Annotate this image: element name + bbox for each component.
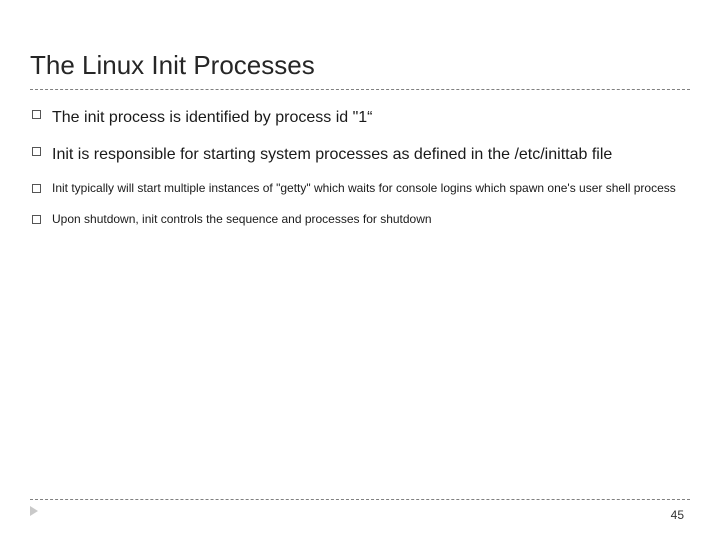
bullet-box-icon [32, 110, 41, 119]
bullet-item: Init is responsible for starting system … [30, 141, 690, 168]
bullet-item: Init typically will start multiple insta… [30, 178, 690, 198]
slide-title: The Linux Init Processes [30, 50, 690, 81]
bullet-box-icon [32, 147, 41, 156]
bullet-text: Upon shutdown, init controls the sequenc… [52, 212, 432, 226]
bullet-box-icon [32, 184, 41, 193]
title-divider [30, 89, 690, 90]
bullet-box-icon [32, 215, 41, 224]
bullet-item: The init process is identified by proces… [30, 104, 690, 131]
footer-triangle-icon [30, 506, 38, 516]
bullet-text: Init typically will start multiple insta… [52, 181, 676, 195]
footer-divider [30, 499, 690, 500]
bullet-text: The init process is identified by proces… [52, 109, 373, 126]
bullet-text: Init is responsible for starting system … [52, 146, 612, 163]
bullet-item: Upon shutdown, init controls the sequenc… [30, 209, 690, 229]
slide: The Linux Init Processes The init proces… [0, 0, 720, 540]
page-number: 45 [671, 508, 684, 522]
bullet-list: The init process is identified by proces… [30, 104, 690, 229]
